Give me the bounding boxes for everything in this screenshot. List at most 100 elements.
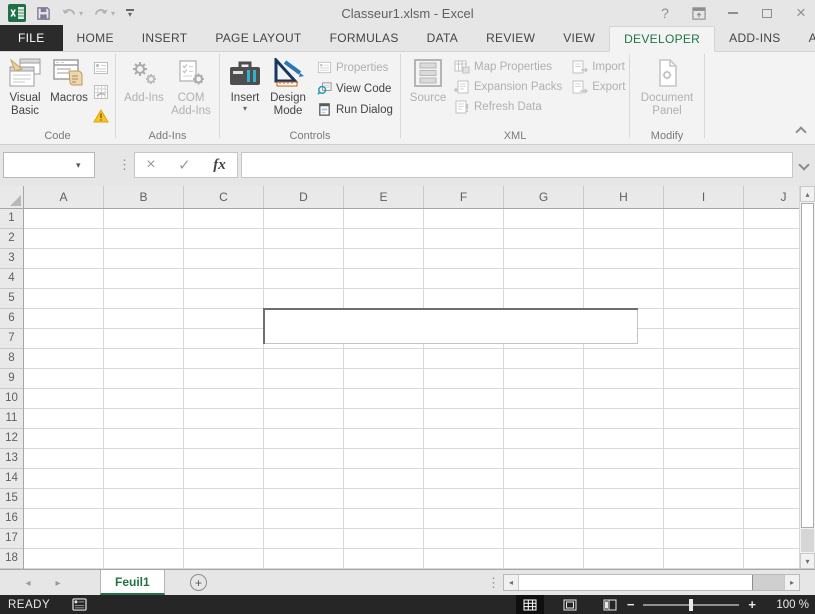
- row-header-15[interactable]: 15: [0, 489, 23, 509]
- cancel-entry-button[interactable]: ×: [146, 156, 155, 174]
- column-header-e[interactable]: E: [344, 186, 424, 208]
- run-dialog-button[interactable]: Run Dialog: [317, 102, 393, 117]
- redo-dropdown-icon[interactable]: ▾: [111, 9, 115, 18]
- use-relative-references-button[interactable]: [92, 83, 110, 101]
- vscroll-thumb[interactable]: [801, 203, 814, 528]
- row-header-13[interactable]: 13: [0, 449, 23, 469]
- tab-home[interactable]: HOME: [63, 25, 128, 51]
- com-add-ins-button[interactable]: COM Add-Ins: [167, 52, 215, 124]
- page-break-preview-button[interactable]: [596, 595, 624, 614]
- row-header-10[interactable]: 10: [0, 389, 23, 409]
- vscroll-track[interactable]: [801, 529, 814, 552]
- help-button[interactable]: ?: [657, 5, 673, 21]
- row-header-1[interactable]: 1: [0, 209, 23, 229]
- row-header-8[interactable]: 8: [0, 349, 23, 369]
- row-header-6[interactable]: 6: [0, 309, 23, 329]
- macros-button[interactable]: Macros: [46, 52, 92, 124]
- collapse-ribbon-button[interactable]: [795, 126, 807, 138]
- vscroll-up-arrow[interactable]: ▴: [800, 186, 815, 202]
- name-box-dropdown-icon[interactable]: ▾: [76, 160, 81, 171]
- tab-insert[interactable]: INSERT: [128, 25, 202, 51]
- column-header-g[interactable]: G: [504, 186, 584, 208]
- macro-security-button[interactable]: [92, 107, 110, 125]
- tab-review[interactable]: REVIEW: [472, 25, 549, 51]
- macro-record-button[interactable]: [72, 598, 87, 611]
- tab-developer[interactable]: DEVELOPER: [609, 26, 716, 52]
- expand-formula-bar-icon[interactable]: [798, 159, 810, 171]
- column-header-c[interactable]: C: [184, 186, 264, 208]
- formula-input-bar[interactable]: [241, 152, 793, 178]
- zoom-slider[interactable]: [643, 598, 740, 611]
- select-all-button[interactable]: [0, 186, 24, 209]
- tab-add-ins[interactable]: ADD-INS: [715, 25, 794, 51]
- tab-page-layout[interactable]: PAGE LAYOUT: [201, 25, 315, 51]
- zoom-percentage[interactable]: 100 %: [765, 599, 809, 611]
- insert-function-button[interactable]: fx: [213, 157, 226, 174]
- column-header-j[interactable]: J: [744, 186, 799, 208]
- ribbon-display-options-button[interactable]: [691, 5, 707, 21]
- column-header-b[interactable]: B: [104, 186, 184, 208]
- undo-dropdown-icon[interactable]: ▾: [79, 9, 83, 18]
- tab-bar-divider[interactable]: ⋮: [487, 575, 500, 591]
- hscroll-thumb[interactable]: [519, 575, 753, 590]
- close-button[interactable]: ×: [793, 3, 809, 22]
- minimize-button[interactable]: [725, 5, 741, 21]
- row-header-16[interactable]: 16: [0, 509, 23, 529]
- hscroll-track[interactable]: [753, 575, 784, 590]
- undo-button[interactable]: ▾: [61, 6, 83, 20]
- row-header-9[interactable]: 9: [0, 369, 23, 389]
- row-header-11[interactable]: 11: [0, 409, 23, 429]
- sheet-nav-right-button[interactable]: ▸: [46, 570, 70, 596]
- column-header-f[interactable]: F: [424, 186, 504, 208]
- sheet-tab-feuil1[interactable]: Feuil1: [100, 570, 165, 595]
- visual-basic-button[interactable]: Visual Basic: [4, 52, 46, 124]
- name-box-input[interactable]: [4, 154, 74, 176]
- hscroll-right-arrow[interactable]: ▸: [784, 575, 799, 590]
- insert-control-button[interactable]: Insert ▾: [225, 52, 265, 124]
- tab-data[interactable]: DATA: [413, 25, 472, 51]
- horizontal-scrollbar[interactable]: ◂ ▸: [503, 574, 800, 591]
- export-button[interactable]: Export: [572, 80, 625, 94]
- sheet-nav-left-button[interactable]: ◂: [16, 570, 40, 596]
- qat-customize-button[interactable]: ▾: [125, 8, 135, 18]
- name-box[interactable]: ▾: [3, 152, 95, 178]
- new-sheet-button[interactable]: +: [190, 574, 207, 591]
- column-header-i[interactable]: I: [664, 186, 744, 208]
- vertical-scrollbar[interactable]: ▴ ▾: [799, 186, 815, 569]
- page-layout-view-button[interactable]: [556, 595, 584, 614]
- properties-button[interactable]: Properties: [317, 60, 393, 75]
- vscroll-down-arrow[interactable]: ▾: [800, 553, 815, 569]
- tab-formulas[interactable]: FORMULAS: [316, 25, 413, 51]
- view-code-button[interactable]: View Code: [317, 81, 393, 96]
- row-header-14[interactable]: 14: [0, 469, 23, 489]
- row-header-5[interactable]: 5: [0, 289, 23, 309]
- document-panel-button[interactable]: Document Panel: [635, 52, 699, 124]
- column-header-d[interactable]: D: [264, 186, 344, 208]
- design-mode-button[interactable]: Design Mode: [265, 52, 311, 124]
- textbox-control[interactable]: [263, 308, 638, 344]
- hscroll-left-arrow[interactable]: ◂: [504, 575, 519, 590]
- row-header-12[interactable]: 12: [0, 429, 23, 449]
- record-macro-button[interactable]: [92, 59, 110, 77]
- map-properties-button[interactable]: Map Properties: [454, 60, 562, 74]
- column-header-a[interactable]: A: [24, 186, 104, 208]
- row-header-2[interactable]: 2: [0, 229, 23, 249]
- row-header-3[interactable]: 3: [0, 249, 23, 269]
- import-button[interactable]: Import: [572, 60, 625, 74]
- row-header-7[interactable]: 7: [0, 329, 23, 349]
- zoom-out-button[interactable]: −: [627, 597, 635, 612]
- tab-antidote[interactable]: ANTIDOTE: [795, 25, 815, 51]
- column-header-h[interactable]: H: [584, 186, 664, 208]
- save-button[interactable]: [36, 6, 51, 21]
- tab-view[interactable]: VIEW: [549, 25, 609, 51]
- enter-entry-button[interactable]: ✓: [178, 156, 191, 174]
- normal-view-button[interactable]: [516, 595, 544, 614]
- expansion-packs-button[interactable]: Expansion Packs: [454, 80, 562, 94]
- cells-area[interactable]: [24, 209, 799, 569]
- zoom-in-button[interactable]: +: [748, 597, 756, 612]
- row-header-4[interactable]: 4: [0, 269, 23, 289]
- add-ins-button[interactable]: Add-Ins: [121, 52, 167, 124]
- redo-button[interactable]: ▾: [93, 6, 115, 20]
- row-header-17[interactable]: 17: [0, 529, 23, 549]
- restore-button[interactable]: [759, 5, 775, 21]
